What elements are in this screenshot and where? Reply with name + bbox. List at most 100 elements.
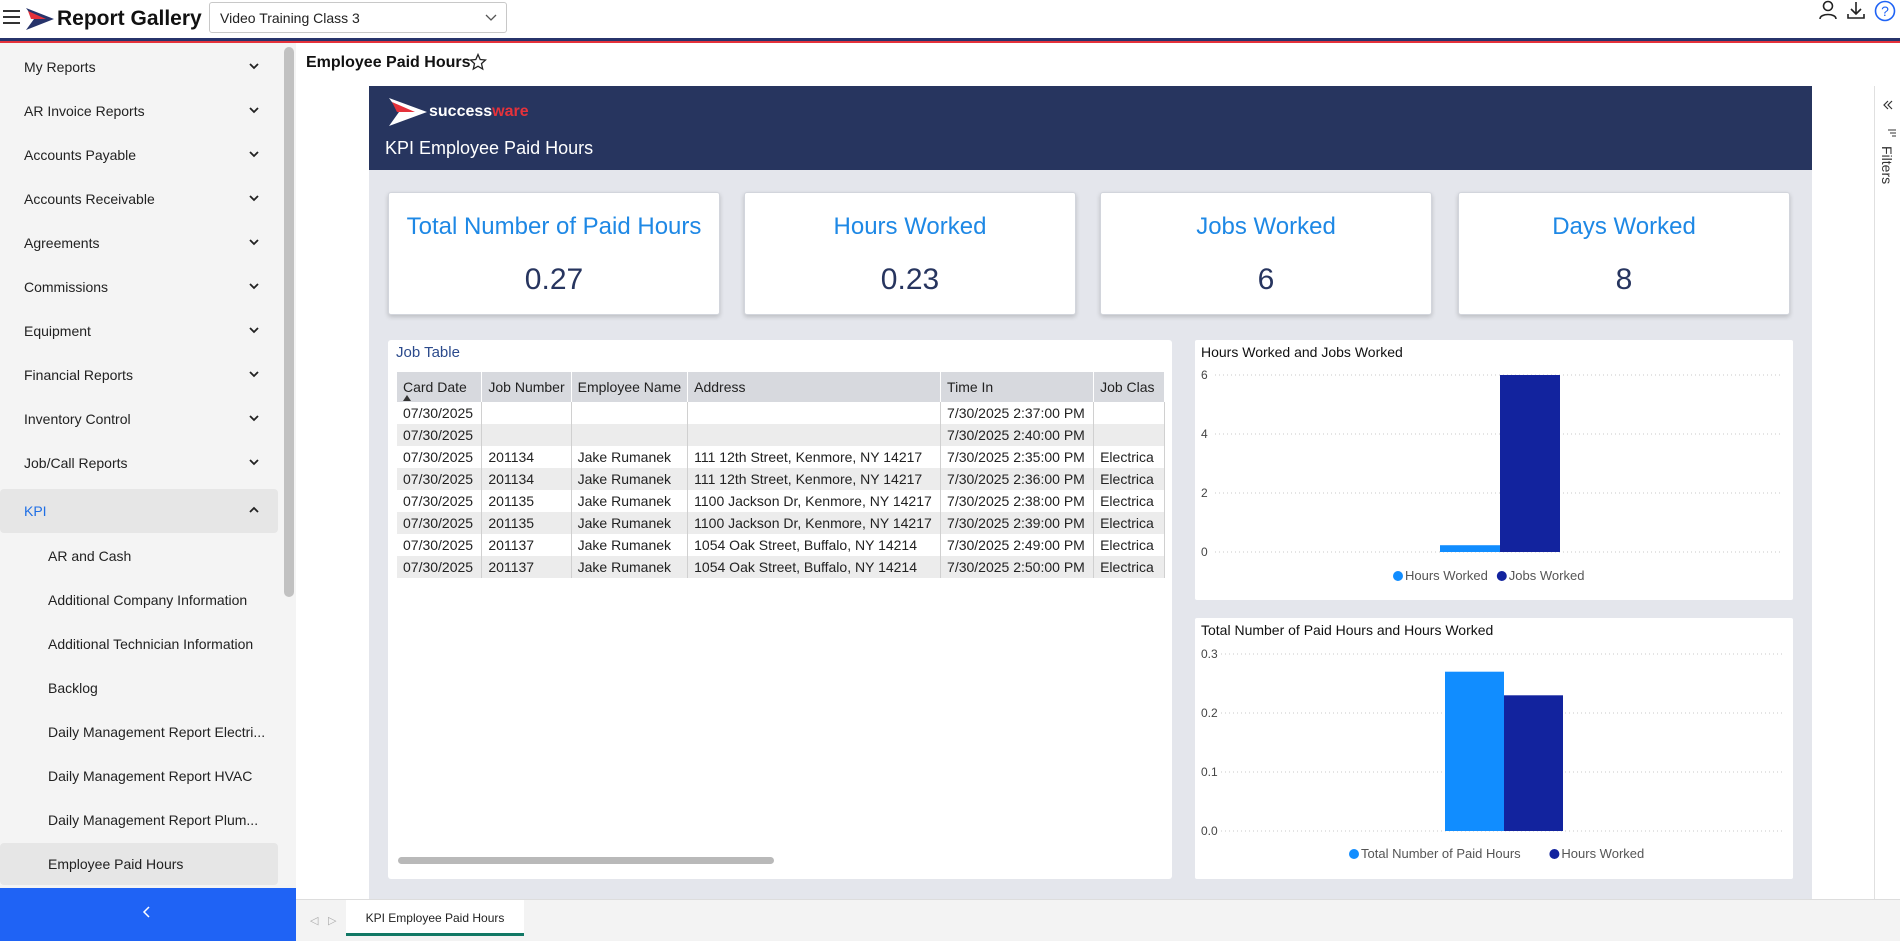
table-row[interactable]: 07/30/2025 201137 Jake Rumanek 1054 Oak Str… [397, 534, 1165, 556]
hamburger-menu-icon[interactable] [3, 10, 20, 24]
chevron-down-icon [249, 459, 259, 466]
column-header-job-class[interactable]: Job Clas [1093, 372, 1165, 402]
sidebar-subitem-label: Additional Company Information [48, 592, 248, 608]
table-cell: 201134 [481, 468, 572, 490]
sidebar-item-job-call-reports[interactable]: Job/Call Reports [0, 441, 278, 485]
table-cell: Jake Rumanek [571, 534, 689, 556]
chart-title: Hours Worked and Jobs Worked [1201, 344, 1403, 360]
brand-wordmark-success: success [429, 103, 493, 120]
sidebar-item-agreements[interactable]: Agreements [0, 221, 278, 265]
star-icon[interactable] [469, 53, 487, 71]
user-icon[interactable] [1818, 0, 1838, 20]
sidebar-item-financial-reports[interactable]: Financial Reports [0, 353, 278, 397]
sidebar-subitem-daily-management-electrical[interactable]: Daily Management Report Electri... [0, 711, 278, 753]
sidebar-subitem-daily-management-plumbing[interactable]: Daily Management Report Plum... [0, 799, 278, 841]
job-table[interactable]: Card Date Job Number Employee Name Addre… [397, 372, 1165, 582]
kpi-card-total-paid-hours: Total Number of Paid Hours 0.27 [388, 192, 720, 315]
y-tick-label: 0 [1201, 545, 1208, 559]
column-header-label: Card Date [403, 379, 467, 395]
sidebar-subitem-additional-technician-information[interactable]: Additional Technician Information [0, 623, 278, 665]
table-cell: 07/30/2025 [397, 446, 483, 468]
tab-next-icon[interactable]: ▷ [328, 914, 336, 927]
double-chevron-left-icon[interactable] [1883, 100, 1893, 110]
table-cell: 201137 [481, 556, 572, 578]
bar-total-number-of-paid-hours [1445, 671, 1504, 831]
column-header-card-date[interactable]: Card Date [397, 372, 483, 402]
bar-hours-worked [1504, 695, 1563, 831]
table-row[interactable]: 07/30/2025 7/30/2025 2:37:00 PM [397, 402, 1165, 424]
tab-prev-icon[interactable]: ◁ [310, 914, 318, 927]
page-tab-label: KPI Employee Paid Hours [365, 911, 505, 925]
table-cell [571, 402, 689, 424]
sidebar-subitem-label: AR and Cash [48, 548, 132, 564]
download-icon[interactable] [1846, 0, 1866, 20]
filters-pane-collapsed[interactable]: Filters [1874, 86, 1900, 899]
table-header-row: Card Date Job Number Employee Name Addre… [397, 372, 1165, 402]
table-cell: 1100 Jackson Dr, Kenmore, NY 14217 [687, 512, 942, 534]
sidebar-item-label: Agreements [24, 235, 100, 251]
column-header-label: Time In [947, 379, 994, 395]
sidebar-item-accounts-receivable[interactable]: Accounts Receivable [0, 177, 278, 221]
sidebar-item-my-reports[interactable]: My Reports [0, 45, 278, 89]
filter-lines-icon [1888, 129, 1896, 137]
legend-label: Hours Worked [1405, 568, 1488, 583]
table-row[interactable]: 07/30/2025 201134 Jake Rumanek 111 12th Str… [397, 446, 1165, 468]
sidebar-item-label: Financial Reports [24, 367, 133, 383]
sidebar-item-kpi[interactable]: KPI [0, 489, 278, 533]
table-cell: Jake Rumanek [571, 468, 689, 490]
sidebar: My Reports AR Invoice Reports Accounts P… [0, 43, 296, 941]
kpi-card-value: 6 [1257, 263, 1275, 296]
column-header-label: Job Clas [1100, 379, 1155, 395]
workspace-select[interactable]: Video Training Class 3 [209, 2, 507, 33]
table-horizontal-scrollbar[interactable] [398, 857, 774, 864]
tab-kpi-employee-paid-hours[interactable]: KPI Employee Paid Hours [346, 900, 524, 936]
kpi-card-value: 0.27 [524, 263, 584, 296]
table-cell: Electrica [1093, 556, 1165, 578]
sidebar-subitem-daily-management-hvac[interactable]: Daily Management Report HVAC [0, 755, 278, 797]
sidebar-item-accounts-payable[interactable]: Accounts Payable [0, 133, 278, 177]
table-cell: 7/30/2025 2:36:00 PM [940, 468, 1095, 490]
table-cell [481, 424, 572, 446]
svg-text:?: ? [1881, 3, 1889, 19]
sidebar-subitem-label: Daily Management Report HVAC [48, 768, 253, 784]
table-row[interactable]: 07/30/2025 201137 Jake Rumanek 1054 Oak Str… [397, 556, 1165, 578]
table-cell: 7/30/2025 2:50:00 PM [940, 556, 1095, 578]
table-cell: 201137 [481, 534, 572, 556]
help-icon[interactable]: ? [1874, 0, 1896, 22]
table-row[interactable]: 07/30/2025 7/30/2025 2:40:00 PM [397, 424, 1165, 446]
kpi-card-value: 8 [1615, 263, 1633, 296]
column-header-label: Job Number [488, 379, 565, 395]
table-row[interactable]: 07/30/2025 201135 Jake Rumanek 1100 Jackson… [397, 490, 1165, 512]
table-cell: 7/30/2025 2:40:00 PM [940, 424, 1095, 446]
table-cell: Electrica [1093, 512, 1165, 534]
sidebar-item-equipment[interactable]: Equipment [0, 309, 278, 353]
column-header-time-in[interactable]: Time In [940, 372, 1095, 402]
collapse-sidebar-button[interactable] [0, 888, 296, 941]
sidebar-item-label: KPI [24, 503, 47, 519]
sidebar-subitem-ar-and-cash[interactable]: AR and Cash [0, 535, 278, 577]
column-header-employee-name[interactable]: Employee Name [571, 372, 689, 402]
job-table-caption: Job Table [396, 344, 460, 361]
sidebar-item-commissions[interactable]: Commissions [0, 265, 278, 309]
chart-paid-hours: 0.0 0.1 0.2 0.3 Total Number of Paid Hours Ho… [1201, 647, 1783, 861]
column-header-address[interactable]: Address [687, 372, 942, 402]
top-bar: Report Gallery Video Training Class 3 ? [0, 0, 1900, 43]
sort-ascending-icon [403, 395, 411, 401]
table-cell: Jake Rumanek [571, 490, 689, 512]
sidebar-item-inventory-control[interactable]: Inventory Control [0, 397, 278, 441]
chevron-left-icon [142, 906, 150, 918]
sidebar-subitem-employee-paid-hours[interactable]: Employee Paid Hours [0, 843, 278, 885]
sidebar-subitem-additional-company-information[interactable]: Additional Company Information [0, 579, 278, 621]
sidebar-scrollbar[interactable] [284, 47, 294, 597]
sidebar-subitem-backlog[interactable]: Backlog [0, 667, 278, 709]
sidebar-item-ar-invoice-reports[interactable]: AR Invoice Reports [0, 89, 278, 133]
chevron-down-icon [249, 283, 259, 290]
table-cell: 7/30/2025 2:39:00 PM [940, 512, 1095, 534]
table-cell [1093, 402, 1165, 424]
chevron-up-icon [249, 506, 259, 513]
table-row[interactable]: 07/30/2025 201135 Jake Rumanek 1100 Jackson… [397, 512, 1165, 534]
column-header-job-number[interactable]: Job Number [481, 372, 572, 402]
table-cell: 111 12th Street, Kenmore, NY 14217 [687, 446, 942, 468]
logo-arrow-icon [26, 8, 54, 30]
table-row[interactable]: 07/30/2025 201134 Jake Rumanek 111 12th Str… [397, 468, 1165, 490]
